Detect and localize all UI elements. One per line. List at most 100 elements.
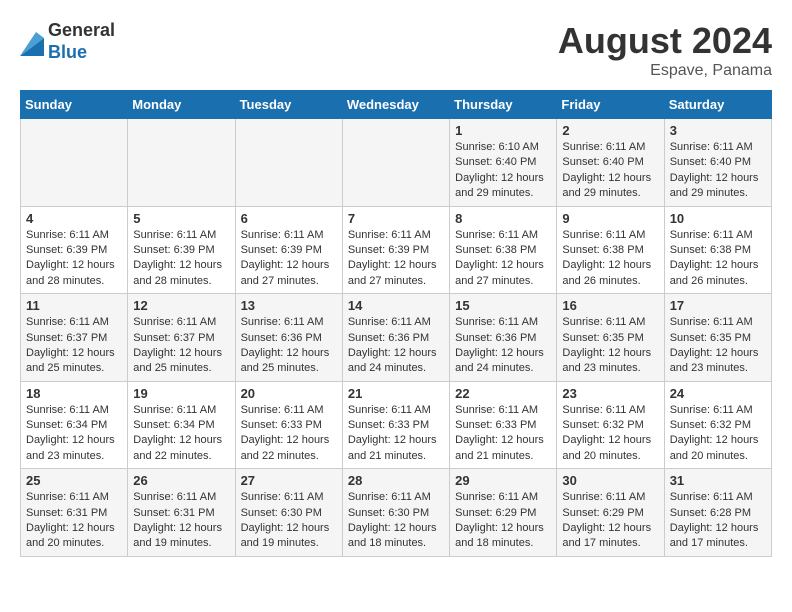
calendar-cell: 13 Sunrise: 6:11 AMSunset: 6:36 PMDayligh… bbox=[235, 294, 342, 382]
day-info: Sunrise: 6:11 AM bbox=[455, 490, 551, 505]
day-info: Sunset: 6:40 PM bbox=[562, 155, 658, 170]
day-number: 27 bbox=[241, 473, 337, 488]
day-info: Daylight: 12 hours and 29 minutes. bbox=[455, 171, 551, 202]
calendar-cell: 3Sunrise: 6:11 AMSunset: 6:40 PMDaylight… bbox=[664, 119, 771, 207]
calendar-cell: 19Sunrise: 6:11 AMSunset: 6:34 PMDayligh… bbox=[128, 381, 235, 469]
day-info: Sunset: 6:32 PM bbox=[670, 418, 766, 433]
calendar-cell: 16Sunrise: 6:11 AMSunset: 6:35 PMDayligh… bbox=[557, 294, 664, 382]
day-number: 26 bbox=[133, 473, 229, 488]
day-info: Sunrise: 6:11 AM bbox=[562, 228, 658, 243]
calendar-cell: 31Sunrise: 6:11 AMSunset: 6:28 PMDayligh… bbox=[664, 469, 771, 557]
day-info: Daylight: 12 hours and 19 minutes. bbox=[241, 521, 337, 552]
day-info: Sunset: 6:31 PM bbox=[133, 506, 229, 521]
week-row-3: 11Sunrise: 6:11 AMSunset: 6:37 PMDayligh… bbox=[21, 294, 772, 382]
calendar-cell: 24Sunrise: 6:11 AMSunset: 6:32 PMDayligh… bbox=[664, 381, 771, 469]
calendar-cell: 4Sunrise: 6:11 AMSunset: 6:39 PMDaylight… bbox=[21, 206, 128, 294]
day-info: Sunset: 6:36 PM bbox=[241, 331, 337, 346]
day-info: Sunrise: 6:11 AM bbox=[348, 403, 444, 418]
day-number: 19 bbox=[133, 386, 229, 401]
calendar-cell: 25Sunrise: 6:11 AMSunset: 6:31 PMDayligh… bbox=[21, 469, 128, 557]
calendar-cell: 26Sunrise: 6:11 AMSunset: 6:31 PMDayligh… bbox=[128, 469, 235, 557]
day-info: Sunset: 6:30 PM bbox=[241, 506, 337, 521]
day-info: Daylight: 12 hours and 29 minutes. bbox=[562, 171, 658, 202]
day-info: Sunset: 6:33 PM bbox=[455, 418, 551, 433]
calendar-cell: 9Sunrise: 6:11 AMSunset: 6:38 PMDaylight… bbox=[557, 206, 664, 294]
day-number: 16 bbox=[562, 298, 658, 313]
day-info: Sunrise: 6:11 AM bbox=[241, 403, 337, 418]
day-number: 6 bbox=[241, 211, 337, 226]
logo-blue: Blue bbox=[48, 42, 115, 64]
day-info: Sunset: 6:29 PM bbox=[455, 506, 551, 521]
header-day-sunday: Sunday bbox=[21, 91, 128, 119]
day-info: Daylight: 12 hours and 22 minutes. bbox=[133, 433, 229, 464]
calendar-cell: 14Sunrise: 6:11 AMSunset: 6:36 PMDayligh… bbox=[342, 294, 449, 382]
day-info: Sunset: 6:35 PM bbox=[562, 331, 658, 346]
day-number: 1 bbox=[455, 123, 551, 138]
day-info: Sunset: 6:33 PM bbox=[241, 418, 337, 433]
calendar-cell bbox=[342, 119, 449, 207]
header-day-wednesday: Wednesday bbox=[342, 91, 449, 119]
day-info: Daylight: 12 hours and 17 minutes. bbox=[670, 521, 766, 552]
day-info: Sunrise: 6:11 AM bbox=[241, 315, 337, 330]
day-info: Sunrise: 6:11 AM bbox=[133, 228, 229, 243]
logo-general: General bbox=[48, 20, 115, 42]
day-info: Daylight: 12 hours and 21 minutes. bbox=[348, 433, 444, 464]
day-info: Sunset: 6:34 PM bbox=[133, 418, 229, 433]
calendar-cell: 7Sunrise: 6:11 AMSunset: 6:39 PMDaylight… bbox=[342, 206, 449, 294]
day-info: Daylight: 12 hours and 22 minutes. bbox=[241, 433, 337, 464]
day-info: Sunset: 6:32 PM bbox=[562, 418, 658, 433]
header-day-saturday: Saturday bbox=[664, 91, 771, 119]
calendar-cell: 8Sunrise: 6:11 AMSunset: 6:38 PMDaylight… bbox=[450, 206, 557, 294]
day-info: Daylight: 12 hours and 20 minutes. bbox=[670, 433, 766, 464]
day-info: Sunrise: 6:11 AM bbox=[348, 315, 444, 330]
day-info: Sunrise: 6:11 AM bbox=[26, 315, 122, 330]
title-block: August 2024 Espave, Panama bbox=[558, 20, 772, 80]
day-number: 28 bbox=[348, 473, 444, 488]
day-info: Sunrise: 6:11 AM bbox=[562, 140, 658, 155]
day-info: Sunrise: 6:11 AM bbox=[562, 490, 658, 505]
day-info: Sunset: 6:37 PM bbox=[26, 331, 122, 346]
day-number: 2 bbox=[562, 123, 658, 138]
day-info: Sunrise: 6:10 AM bbox=[455, 140, 551, 155]
day-number: 13 bbox=[241, 298, 337, 313]
day-info: Daylight: 12 hours and 23 minutes. bbox=[670, 346, 766, 377]
day-number: 5 bbox=[133, 211, 229, 226]
calendar-cell: 27Sunrise: 6:11 AMSunset: 6:30 PMDayligh… bbox=[235, 469, 342, 557]
calendar-cell: 1Sunrise: 6:10 AMSunset: 6:40 PMDaylight… bbox=[450, 119, 557, 207]
day-number: 25 bbox=[26, 473, 122, 488]
day-info: Sunset: 6:29 PM bbox=[562, 506, 658, 521]
day-info: Sunrise: 6:11 AM bbox=[455, 315, 551, 330]
day-info: Sunrise: 6:11 AM bbox=[562, 403, 658, 418]
calendar-cell: 15Sunrise: 6:11 AMSunset: 6:36 PMDayligh… bbox=[450, 294, 557, 382]
day-info: Sunrise: 6:11 AM bbox=[670, 490, 766, 505]
day-info: Daylight: 12 hours and 23 minutes. bbox=[562, 346, 658, 377]
logo-text: General Blue bbox=[48, 20, 115, 63]
calendar-cell: 6Sunrise: 6:11 AMSunset: 6:39 PMDaylight… bbox=[235, 206, 342, 294]
day-info: Sunset: 6:34 PM bbox=[26, 418, 122, 433]
day-info: Sunrise: 6:11 AM bbox=[241, 228, 337, 243]
header-day-monday: Monday bbox=[128, 91, 235, 119]
calendar-cell: 22Sunrise: 6:11 AMSunset: 6:33 PMDayligh… bbox=[450, 381, 557, 469]
day-number: 20 bbox=[241, 386, 337, 401]
header-row: SundayMondayTuesdayWednesdayThursdayFrid… bbox=[21, 91, 772, 119]
day-info: Sunrise: 6:11 AM bbox=[455, 228, 551, 243]
month-year: August 2024 bbox=[558, 20, 772, 62]
header-day-friday: Friday bbox=[557, 91, 664, 119]
week-row-4: 18Sunrise: 6:11 AMSunset: 6:34 PMDayligh… bbox=[21, 381, 772, 469]
day-info: Daylight: 12 hours and 25 minutes. bbox=[241, 346, 337, 377]
calendar-cell: 29Sunrise: 6:11 AMSunset: 6:29 PMDayligh… bbox=[450, 469, 557, 557]
day-info: Daylight: 12 hours and 19 minutes. bbox=[133, 521, 229, 552]
day-number: 3 bbox=[670, 123, 766, 138]
day-info: Sunset: 6:39 PM bbox=[241, 243, 337, 258]
logo-icon bbox=[20, 28, 44, 56]
header-day-thursday: Thursday bbox=[450, 91, 557, 119]
day-number: 14 bbox=[348, 298, 444, 313]
calendar-cell: 11Sunrise: 6:11 AMSunset: 6:37 PMDayligh… bbox=[21, 294, 128, 382]
day-info: Sunset: 6:36 PM bbox=[348, 331, 444, 346]
day-number: 4 bbox=[26, 211, 122, 226]
day-info: Daylight: 12 hours and 26 minutes. bbox=[670, 258, 766, 289]
day-info: Sunrise: 6:11 AM bbox=[670, 315, 766, 330]
day-info: Sunset: 6:37 PM bbox=[133, 331, 229, 346]
calendar-cell: 20 Sunrise: 6:11 AMSunset: 6:33 PMDayligh… bbox=[235, 381, 342, 469]
day-info: Sunrise: 6:11 AM bbox=[670, 403, 766, 418]
